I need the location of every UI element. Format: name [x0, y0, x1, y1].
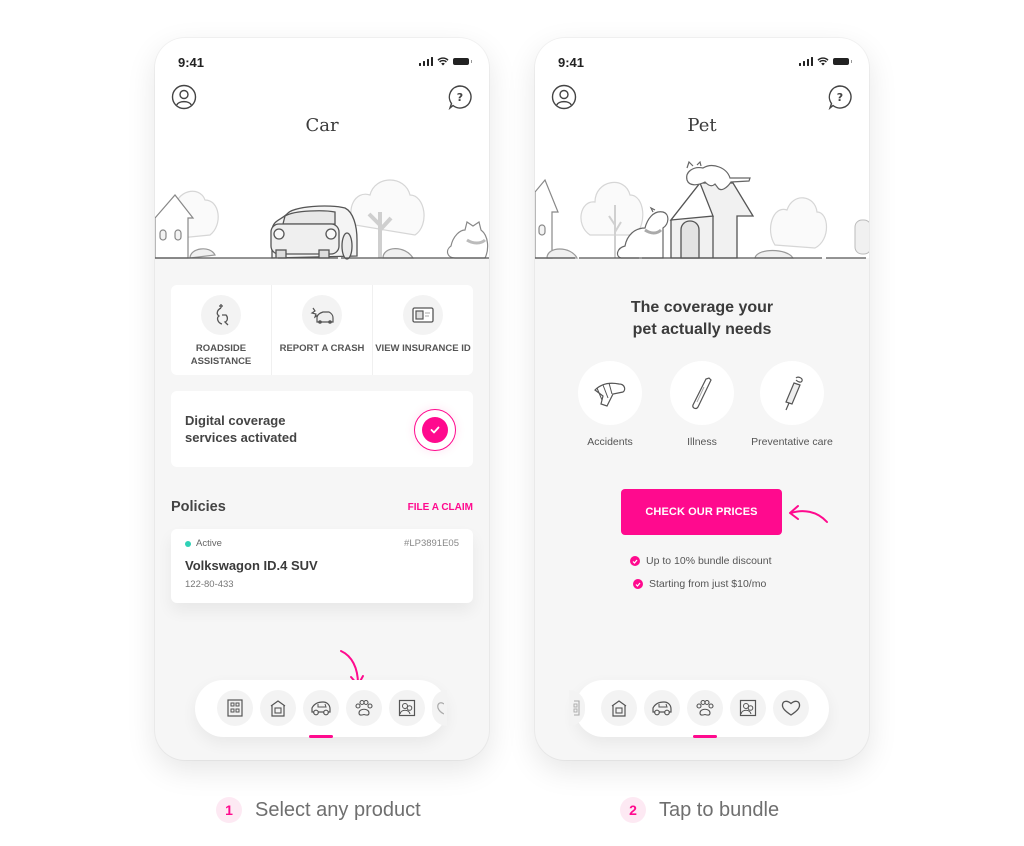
quick-actions-card: Roadside Assistance Report a Crash View … — [171, 285, 473, 375]
policy-card[interactable]: Active #LP3891E05 Volkswagon ID.4 SUV 12… — [171, 529, 473, 603]
life-icon — [739, 699, 757, 717]
status-icons — [418, 57, 472, 66]
svg-text:?: ? — [837, 91, 843, 104]
car-icon — [311, 701, 331, 716]
policy-name: Volkswagon ID.4 SUV — [185, 558, 318, 573]
help-chat-icon[interactable]: ? — [447, 84, 473, 110]
life-icon — [398, 699, 416, 717]
pet-screen: 9:41 ? Pet The coverage your pet actuall… — [535, 38, 869, 760]
benefit-label: Illness — [687, 436, 717, 448]
step-text: Tap to bundle — [659, 798, 780, 821]
nav-apartment-partial[interactable] — [569, 690, 585, 726]
policy-number: 122-80-433 — [185, 579, 234, 590]
coverage-status-text: Digital coverage services activated — [185, 413, 298, 445]
cellular-signal-icon — [798, 57, 813, 66]
nav-car[interactable] — [644, 690, 680, 726]
perk-item: Starting from just $10/mo — [633, 578, 766, 590]
status-icons — [798, 57, 852, 66]
battery-icon — [833, 58, 852, 65]
home-icon — [611, 700, 627, 717]
apartment-icon — [573, 700, 580, 716]
svg-text:?: ? — [457, 91, 463, 104]
heart-icon — [436, 702, 444, 715]
nav-heart[interactable] — [773, 690, 809, 726]
action-label: Roadside Assistance — [190, 343, 252, 367]
car-scene-illustration — [155, 179, 489, 265]
tow-hook-icon — [201, 295, 241, 335]
battery-icon — [453, 58, 472, 65]
car-icon — [652, 701, 672, 716]
cellular-signal-icon — [418, 57, 433, 66]
apartment-icon — [227, 699, 243, 717]
check-prices-button[interactable]: CHECK OUR PRICES — [621, 489, 782, 535]
report-crash-button[interactable]: Report a Crash — [271, 285, 372, 375]
page-title: Car — [305, 115, 339, 136]
perk-text: Up to 10% bundle discount — [646, 555, 772, 567]
action-label: Report a Crash — [279, 343, 365, 354]
hand-drawn-arrow-icon — [789, 505, 828, 523]
id-card-icon — [403, 295, 443, 335]
nav-car[interactable] — [303, 690, 339, 726]
benefit-illness: Illness — [657, 361, 747, 449]
view-insurance-id-button[interactable]: View Insurance ID — [372, 285, 473, 375]
pet-scene-illustration — [535, 160, 869, 265]
policy-status: Active — [185, 538, 222, 549]
file-claim-link[interactable]: FILE A CLAIM — [408, 502, 473, 513]
selected-product-indicator — [693, 735, 717, 738]
benefit-label: Preventative care — [751, 436, 833, 448]
product-nav — [195, 680, 447, 738]
coverage-active-badge — [414, 409, 456, 451]
selected-product-indicator — [309, 735, 333, 738]
pet-coverage-heading: The coverage your pet actually needs — [535, 297, 869, 341]
nav-pet[interactable] — [687, 690, 723, 726]
product-nav — [569, 680, 829, 738]
nav-home[interactable] — [601, 690, 637, 726]
car-crash-icon — [302, 295, 342, 335]
nav-pet[interactable] — [346, 690, 382, 726]
nav-life[interactable] — [730, 690, 766, 726]
benefit-preventative-care: Preventative care — [747, 361, 837, 449]
profile-icon[interactable] — [551, 84, 577, 110]
paw-icon — [696, 699, 714, 716]
heart-icon — [781, 700, 801, 716]
page-title: Pet — [687, 115, 717, 136]
wifi-icon — [437, 57, 449, 66]
car-screen: 9:41 ? Car ROADSIDE ASSISTANCE REPORT A … — [155, 38, 489, 760]
action-label: View Insurance ID — [375, 343, 471, 354]
home-icon — [270, 700, 286, 717]
check-icon — [422, 417, 448, 443]
nav-heart-partial[interactable] — [432, 690, 447, 726]
status-time: 9:41 — [558, 55, 585, 70]
step-number-badge: 2 — [620, 797, 646, 823]
roadside-assistance-button[interactable]: Roadside Assistance — [171, 285, 271, 375]
thermometer-icon — [670, 361, 734, 425]
nav-life[interactable] — [389, 690, 425, 726]
syringe-icon — [760, 361, 824, 425]
paw-icon — [355, 699, 373, 716]
wifi-icon — [817, 57, 829, 66]
pet-coverage-heading-text: The coverage your pet actually needs — [630, 299, 774, 338]
benefit-label: Accidents — [587, 436, 633, 448]
step-caption-2: 2 Tap to bundle — [620, 797, 779, 823]
check-icon — [633, 579, 643, 589]
nav-apartment[interactable] — [217, 690, 253, 726]
bandaged-paw-icon — [578, 361, 642, 425]
perk-text: Starting from just $10/mo — [649, 578, 767, 590]
active-status-dot — [185, 540, 191, 547]
nav-home[interactable] — [260, 690, 296, 726]
step-number-badge: 1 — [216, 797, 242, 823]
check-icon — [630, 556, 640, 566]
policy-status-label: Active — [196, 538, 222, 549]
profile-icon[interactable] — [171, 84, 197, 110]
coverage-status-card: Digital coverage services activated — [171, 391, 473, 467]
status-time: 9:41 — [178, 55, 205, 70]
step-text: Select any product — [255, 798, 421, 821]
help-chat-icon[interactable]: ? — [827, 84, 853, 110]
policies-heading: Policies — [171, 499, 226, 515]
step-caption-1: 1 Select any product — [216, 797, 421, 823]
benefit-accidents: Accidents — [565, 361, 655, 449]
policy-id: #LP3891E05 — [404, 538, 459, 549]
perk-item: Up to 10% bundle discount — [630, 555, 772, 567]
